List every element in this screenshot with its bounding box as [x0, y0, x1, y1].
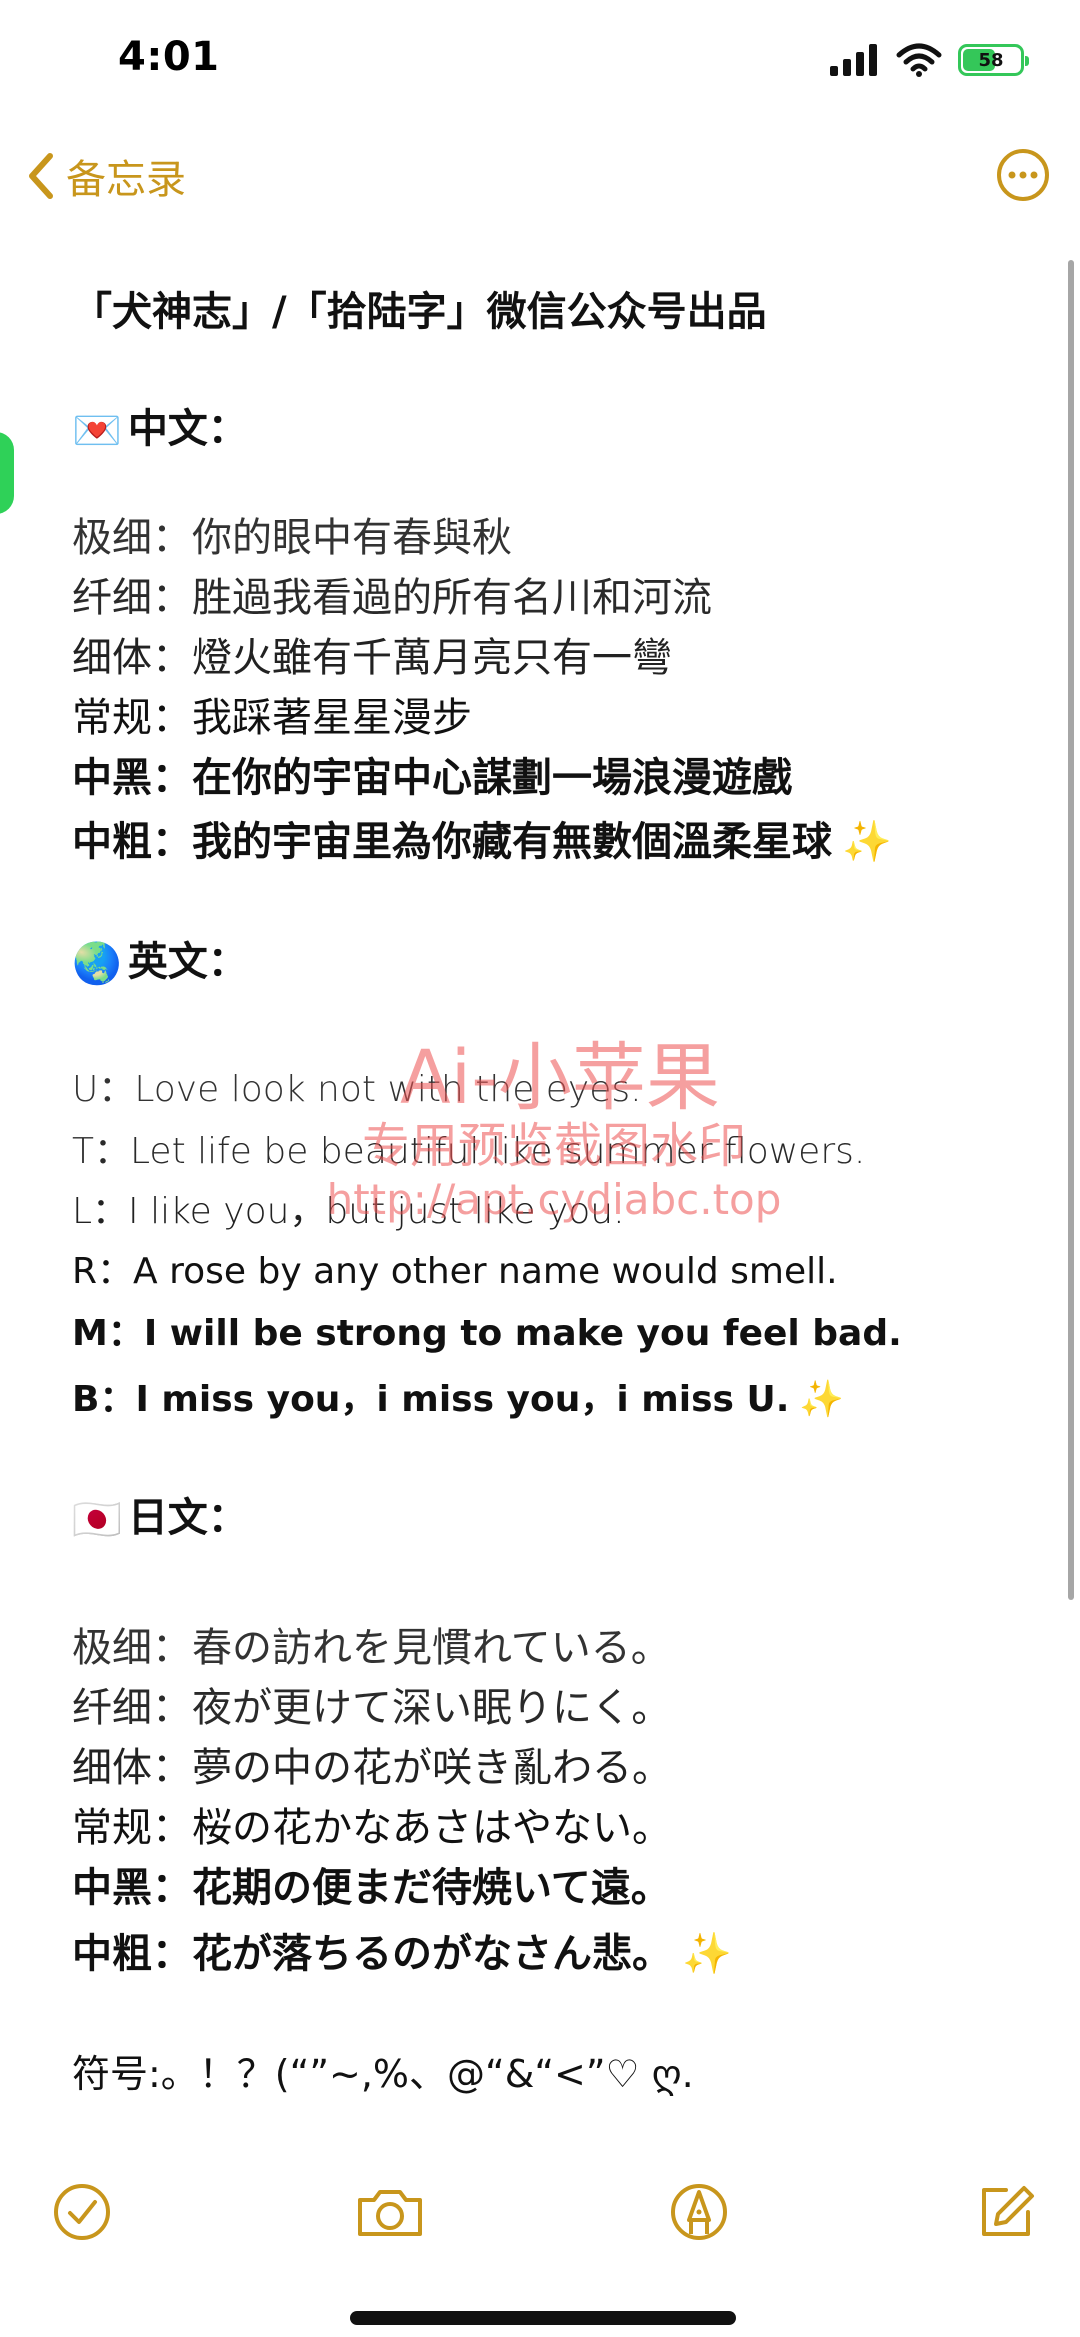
heading-text: 中文： — [127, 406, 248, 452]
note-line-text: B：I miss you，i miss you，i miss U. — [72, 1379, 790, 1420]
note-line: 细体：燈火雖有千萬月亮只有一彎 — [72, 635, 672, 681]
note-line: U：Love look not with the eyes. — [72, 1069, 642, 1110]
love-letter-icon: 💌 — [72, 408, 122, 454]
japan-flag-icon: 🇯🇵 — [72, 1497, 122, 1543]
camera-icon[interactable] — [354, 2180, 426, 2244]
note-line: T：Let life be beautiful like summer flow… — [72, 1131, 866, 1172]
status-icons: 58 — [830, 40, 1029, 80]
back-button[interactable]: 备忘录 — [28, 148, 186, 204]
compose-icon[interactable] — [974, 2180, 1038, 2244]
note-line: R：A rose by any other name would smell. — [72, 1251, 838, 1292]
note-line: L：I like you，but just like you. — [72, 1191, 625, 1232]
section-heading-japanese: 🇯🇵 日文： — [72, 1494, 248, 1544]
note-line: 纤细：胜過我看過的所有名川和河流 — [72, 575, 712, 621]
battery-indicator: 58 — [958, 44, 1029, 76]
chevron-left-icon — [29, 153, 53, 199]
section-heading-chinese: 💌 中文： — [72, 405, 248, 455]
note-line-text: 中粗：花が落ちるのがなさん悲。 — [72, 1931, 672, 1977]
section-heading-english: 🌏 英文： — [72, 938, 248, 988]
note-line: B：I miss you，i miss you，i miss U. ✨ — [72, 1378, 844, 1421]
note-line: 极细：你的眼中有春與秋 — [72, 515, 512, 561]
note-line: 中粗：花が落ちるのがなさん悲。 ✨ — [72, 1930, 732, 1978]
note-line: 中黑：在你的宇宙中心謀劃一場浪漫遊戲 — [72, 755, 792, 801]
notes-screen: 4:01 58 备忘录 「犬神志」/「拾陆字」微信公众号出品 💌 中文： 极细：… — [0, 0, 1080, 2337]
globe-icon: 🌏 — [72, 941, 122, 987]
note-line-text: 中粗：我的宇宙里為你藏有無數個溫柔星球 — [72, 819, 832, 865]
note-line: 常规：桜の花かなあさはやない。 — [72, 1805, 672, 1851]
symbols-line: 符号:。！？(“”~,%、@“&“<”♡ ღ. — [72, 2052, 694, 2096]
home-indicator[interactable] — [350, 2311, 736, 2325]
sparkles-icon: ✨ — [682, 1931, 732, 1977]
pen-tip-circle-icon[interactable] — [667, 2180, 731, 2244]
wifi-icon — [896, 43, 942, 77]
status-time: 4:01 — [118, 34, 220, 80]
sparkles-icon: ✨ — [799, 1379, 845, 1420]
cellular-signal-icon — [830, 44, 877, 76]
battery-level: 58 — [978, 49, 1004, 71]
note-header: 「犬神志」/「拾陆字」微信公众号出品 — [72, 289, 767, 335]
note-line: 中黑：花期の便まだ待焼いて遠。 — [72, 1865, 671, 1911]
note-line: 中粗：我的宇宙里為你藏有無數個溫柔星球 ✨ — [72, 818, 892, 866]
heading-text: 英文： — [127, 939, 248, 985]
back-label: 备忘录 — [66, 157, 186, 203]
side-tab[interactable] — [0, 432, 14, 514]
note-line: 极细：春の訪れを見慣れている。 — [72, 1625, 671, 1671]
scroll-indicator[interactable] — [1068, 260, 1074, 1600]
note-line: 常规：我踩著星星漫步 — [72, 695, 472, 741]
note-line: 细体：夢の中の花が咲き亂わる。 — [72, 1745, 672, 1791]
ellipsis-circle-icon[interactable] — [996, 148, 1050, 202]
heading-text: 日文： — [127, 1495, 248, 1541]
sparkles-icon: ✨ — [842, 819, 892, 865]
note-line: 纤细：夜が更けて深い眠りにく。 — [72, 1685, 672, 1731]
checkmark-circle-icon[interactable] — [50, 2180, 114, 2244]
note-line: M：I will be strong to make you feel bad. — [72, 1313, 902, 1354]
